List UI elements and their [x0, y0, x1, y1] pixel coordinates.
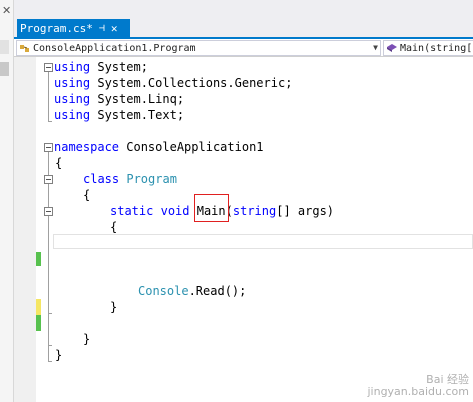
highlight-annotation: [194, 194, 229, 222]
code-text: ConsoleApplication1: [119, 140, 264, 154]
keyword: class: [83, 172, 120, 186]
code-line-4[interactable]: using System.Text;: [54, 107, 184, 123]
keyword: string: [232, 204, 277, 218]
solution-explorer-edge: ✕: [0, 0, 14, 402]
code-text: }: [83, 332, 91, 346]
code-text: System;: [90, 60, 148, 74]
change-marker-unsaved: [36, 299, 41, 315]
type-name: Console: [138, 284, 189, 298]
code-text: {: [110, 220, 118, 234]
tab-title: Program.cs*: [20, 21, 93, 35]
code-line-9[interactable]: {: [83, 187, 90, 203]
keyword: using: [54, 76, 91, 90]
keyword: void: [160, 204, 190, 218]
panel-item-selected[interactable]: [0, 62, 9, 76]
code-line-8[interactable]: class Program: [83, 171, 177, 187]
code-text: .Read();: [188, 284, 247, 298]
fold-guide: [48, 72, 49, 122]
fold-guide-end: [48, 345, 52, 346]
fold-toggle-class[interactable]: [44, 175, 53, 184]
code-text: {: [83, 188, 91, 202]
member-dropdown[interactable]: Main(string[: [383, 40, 473, 56]
code-text: System.Text;: [90, 108, 185, 122]
fold-toggle-method[interactable]: [44, 207, 53, 216]
code-line-6[interactable]: namespace ConsoleApplication1: [54, 139, 264, 155]
close-icon[interactable]: ✕: [2, 4, 11, 17]
fold-toggle-namespace[interactable]: [44, 143, 53, 152]
chevron-down-icon: ▼: [373, 43, 378, 52]
code-text: System.Collections.Generic;: [90, 76, 293, 90]
code-line-16[interactable]: }: [110, 299, 117, 315]
keyword: using: [54, 108, 91, 122]
code-text: }: [55, 348, 63, 362]
code-line-19[interactable]: }: [55, 347, 62, 363]
fold-guide-end: [48, 313, 52, 314]
watermark: Bai 经验 jingyan.baidu.com: [367, 374, 469, 398]
class-dropdown-value: ConsoleApplication1.Program: [33, 42, 196, 54]
keyword: namespace: [54, 140, 120, 154]
current-line-indicator: [53, 234, 473, 249]
pin-icon[interactable]: ⊣: [99, 23, 105, 34]
close-icon[interactable]: ✕: [111, 22, 118, 35]
code-text: System.Linq;: [90, 92, 185, 106]
watermark-url: jingyan.baidu.com: [367, 385, 469, 398]
code-text: {: [55, 156, 63, 170]
fold-toggle-usings[interactable]: [44, 63, 53, 72]
code-line-18[interactable]: }: [83, 331, 90, 347]
change-marker-saved: [36, 315, 41, 331]
keyword: using: [54, 92, 91, 106]
tab-program-cs[interactable]: Program.cs* ⊣ ✕: [17, 19, 130, 37]
fold-guide-end: [48, 121, 52, 122]
method-icon: [387, 44, 397, 52]
class-dropdown[interactable]: ConsoleApplication1.Program ▼: [16, 40, 381, 56]
editor-gutter: [14, 57, 36, 402]
code-text: [] args): [276, 204, 335, 218]
keyword: using: [54, 60, 91, 74]
code-line-1[interactable]: using System;: [54, 59, 148, 75]
class-icon: [20, 45, 29, 52]
type-name: Program: [126, 172, 177, 186]
panel-item[interactable]: [0, 40, 9, 54]
code-line-2[interactable]: using System.Collections.Generic;: [54, 75, 292, 91]
fold-guide-end: [48, 361, 52, 362]
code-line-3[interactable]: using System.Linq;: [54, 91, 184, 107]
member-dropdown-value: Main(string[: [400, 42, 473, 54]
code-line-15[interactable]: Console.Read();: [138, 283, 246, 299]
keyword: static: [110, 204, 154, 218]
navigation-bar: ConsoleApplication1.Program ▼ Main(strin…: [14, 39, 473, 57]
change-marker-saved: [36, 252, 41, 266]
code-text: }: [110, 300, 118, 314]
code-line-7[interactable]: {: [55, 155, 62, 171]
code-line-11[interactable]: {: [110, 219, 117, 235]
